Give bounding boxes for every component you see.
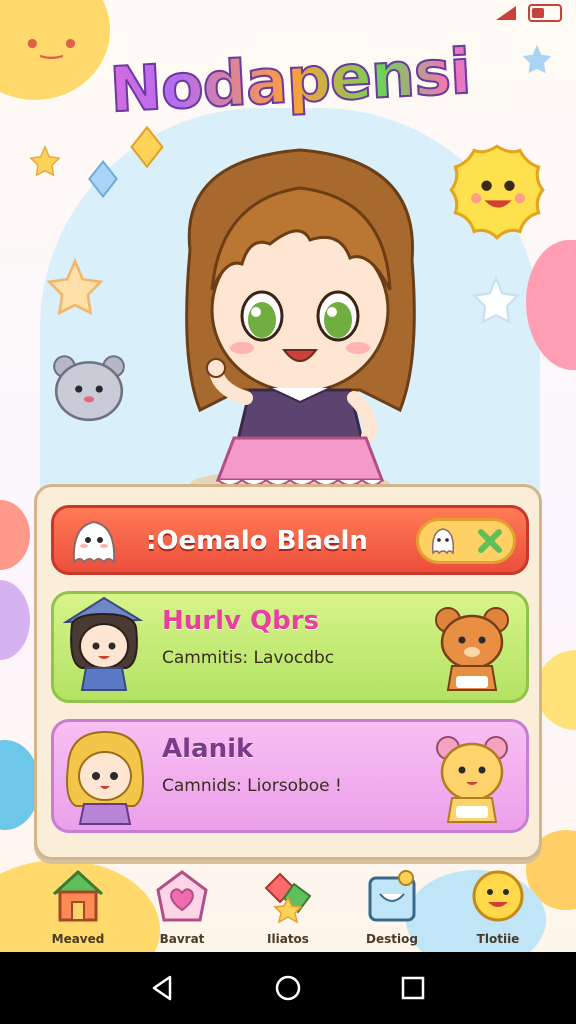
nav-item-profile[interactable]: Tlotiie <box>450 868 546 946</box>
ghost-action-icon[interactable] <box>427 525 459 557</box>
nav-item-settings[interactable]: Destiog <box>344 868 440 946</box>
nav-item-collection[interactable]: Iliatos <box>240 868 336 946</box>
grey-creature-icon <box>53 355 125 422</box>
smiley-mascot-icon <box>449 144 545 240</box>
list-item-oemalo[interactable]: :Oemalo Blaeln <box>51 505 529 575</box>
diamond-icon <box>88 160 118 198</box>
red-blob <box>0 500 30 570</box>
row-title: Alanik <box>162 734 254 764</box>
star-icon <box>472 275 520 324</box>
hero-character-illustration <box>185 148 416 500</box>
yellow-bear-avatar-icon <box>436 736 508 823</box>
character-list-panel: :Oemalo Blaeln Hurlv Qbrs Cammitis: Lavo… <box>34 484 542 860</box>
app-screen: •‿• Nodapensi:Oemalo Blaeln Hurlv Qbrs … <box>0 0 576 952</box>
frame-icon <box>368 870 416 922</box>
system-navigation-bar <box>0 952 576 1024</box>
witch-girl-avatar-icon <box>62 596 144 691</box>
close-icon[interactable] <box>475 526 505 556</box>
ghost-avatar-icon <box>72 520 116 565</box>
row-actions <box>416 518 516 564</box>
recents-icon[interactable] <box>398 973 428 1003</box>
nav-label: Meaved <box>51 932 105 946</box>
bottom-navigation: Meaved Bavrat Iliatos Destiog Tlotiie <box>0 868 576 952</box>
list-item-hurlv[interactable]: Hurlv Qbrs Cammitis: Lavocdbc <box>51 591 529 703</box>
nav-label: Tlotiie <box>476 932 520 946</box>
star-cluster-icon <box>264 872 312 924</box>
yellow-blob <box>536 650 576 730</box>
back-icon[interactable] <box>148 973 178 1003</box>
nav-item-favorites[interactable]: Bavrat <box>134 868 230 946</box>
nav-label: Bavrat <box>159 932 205 946</box>
nav-label: Destiog <box>366 932 418 946</box>
star-icon <box>29 145 61 177</box>
purple-blob <box>0 580 30 660</box>
star-icon <box>46 257 104 316</box>
list-item-alanik[interactable]: Alanik Camnids: Liorsoboe ! <box>51 719 529 833</box>
heart-frame-icon <box>156 870 208 922</box>
smiley-icon <box>472 870 524 922</box>
nav-item-home[interactable]: Meaved <box>30 868 126 946</box>
nav-label: Iliatos <box>267 932 309 946</box>
row-subtitle: Camnids: Liorsoboe ! <box>162 776 342 796</box>
home-icon[interactable] <box>273 973 303 1003</box>
status-bar <box>494 4 562 22</box>
house-icon <box>52 870 104 922</box>
app-title: Nodapensi <box>58 32 521 129</box>
row-subtitle: Cammitis: Lavocdbc <box>162 648 335 668</box>
bear-avatar-icon <box>435 607 509 691</box>
battery-icon <box>528 4 562 22</box>
signal-icon <box>496 6 516 20</box>
blonde-girl-avatar-icon <box>66 730 144 825</box>
star-icon <box>522 44 552 74</box>
row-title: Hurlv Qbrs <box>162 606 320 636</box>
row-title: :Oemalo Blaeln <box>146 526 368 556</box>
